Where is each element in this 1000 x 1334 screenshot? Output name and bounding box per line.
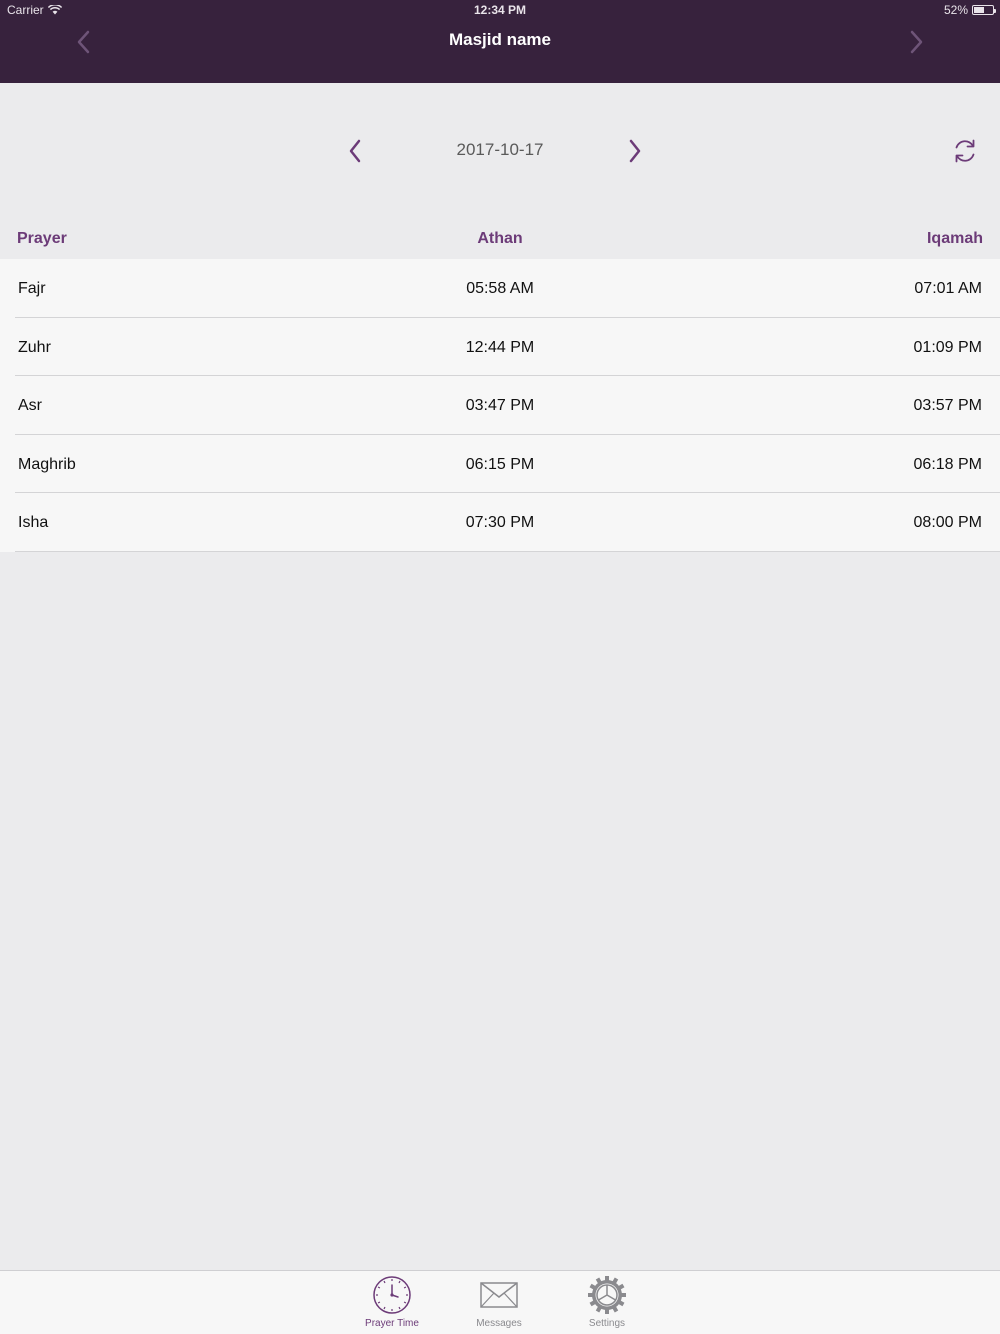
header-prayer: Prayer bbox=[17, 230, 67, 247]
row-divider bbox=[15, 550, 1000, 552]
athan-time: 05:58 AM bbox=[466, 280, 534, 297]
status-right: 52% bbox=[943, 3, 996, 17]
athan-time: 03:47 PM bbox=[465, 397, 535, 414]
iqamah-time: 06:18 PM bbox=[913, 455, 982, 473]
prayer-name: Isha bbox=[18, 514, 49, 531]
envelope-icon bbox=[480, 1282, 518, 1308]
table-row: Isha 07:30 PM 08:00 PM bbox=[0, 493, 1000, 552]
tab-prayer-time[interactable]: Prayer Time bbox=[347, 1275, 437, 1333]
tab-label: Messages bbox=[476, 1318, 522, 1329]
prayer-name: Asr bbox=[18, 397, 42, 414]
prayer-table: Fajr 05:58 AM 07:01 AM Zuhr 12:44 PM 01:… bbox=[0, 259, 1000, 552]
iqamah-time: 07:01 AM bbox=[914, 280, 982, 297]
iqamah-time: 08:00 PM bbox=[913, 514, 982, 531]
next-date-button[interactable] bbox=[622, 138, 646, 164]
tab-bar: Prayer Time Messages Settings bbox=[0, 1270, 1000, 1334]
nav-forward-chevron-right-icon[interactable] bbox=[904, 28, 928, 56]
table-row: Asr 03:47 PM 03:57 PM bbox=[0, 376, 1000, 435]
athan-time: 07:30 PM bbox=[465, 514, 535, 531]
prayer-name: Zuhr bbox=[18, 338, 51, 356]
navigation-header: Carrier 12:34 PM 52% Masjid name bbox=[0, 0, 1000, 83]
athan-time: 06:15 PM bbox=[465, 455, 535, 473]
table-row: Zuhr 12:44 PM 01:09 PM bbox=[0, 318, 1000, 376]
tab-messages[interactable]: Messages bbox=[454, 1275, 544, 1333]
prayer-name: Fajr bbox=[18, 280, 46, 297]
prayer-table-header: Prayer Athan Iqamah bbox=[0, 222, 1000, 258]
battery-percent: 52% bbox=[943, 3, 968, 17]
header-iqamah: Iqamah bbox=[926, 230, 983, 247]
header-athan: Athan bbox=[477, 230, 523, 247]
tab-settings[interactable]: Settings bbox=[562, 1275, 652, 1333]
previous-date-button[interactable] bbox=[344, 138, 368, 164]
tab-label: Prayer Time bbox=[365, 1318, 419, 1329]
table-row: Maghrib 06:15 PM 06:18 PM bbox=[0, 435, 1000, 493]
refresh-icon[interactable] bbox=[950, 136, 980, 166]
date-selector: 2017-10-17 bbox=[0, 120, 1000, 180]
prayer-name: Maghrib bbox=[18, 455, 76, 473]
iqamah-time: 03:57 PM bbox=[913, 397, 982, 414]
battery-icon bbox=[972, 5, 996, 15]
selected-date: 2017-10-17 bbox=[456, 140, 544, 159]
athan-time: 12:44 PM bbox=[465, 338, 535, 356]
table-row: Fajr 05:58 AM 07:01 AM bbox=[0, 259, 1000, 318]
tab-label: Settings bbox=[588, 1318, 626, 1329]
status-time: 12:34 PM bbox=[473, 3, 527, 17]
page-title: Masjid name bbox=[448, 30, 552, 49]
gear-icon bbox=[588, 1276, 626, 1314]
iqamah-time: 01:09 PM bbox=[913, 338, 982, 356]
status-bar: Carrier 12:34 PM 52% bbox=[0, 0, 1000, 20]
clock-icon bbox=[373, 1276, 411, 1314]
